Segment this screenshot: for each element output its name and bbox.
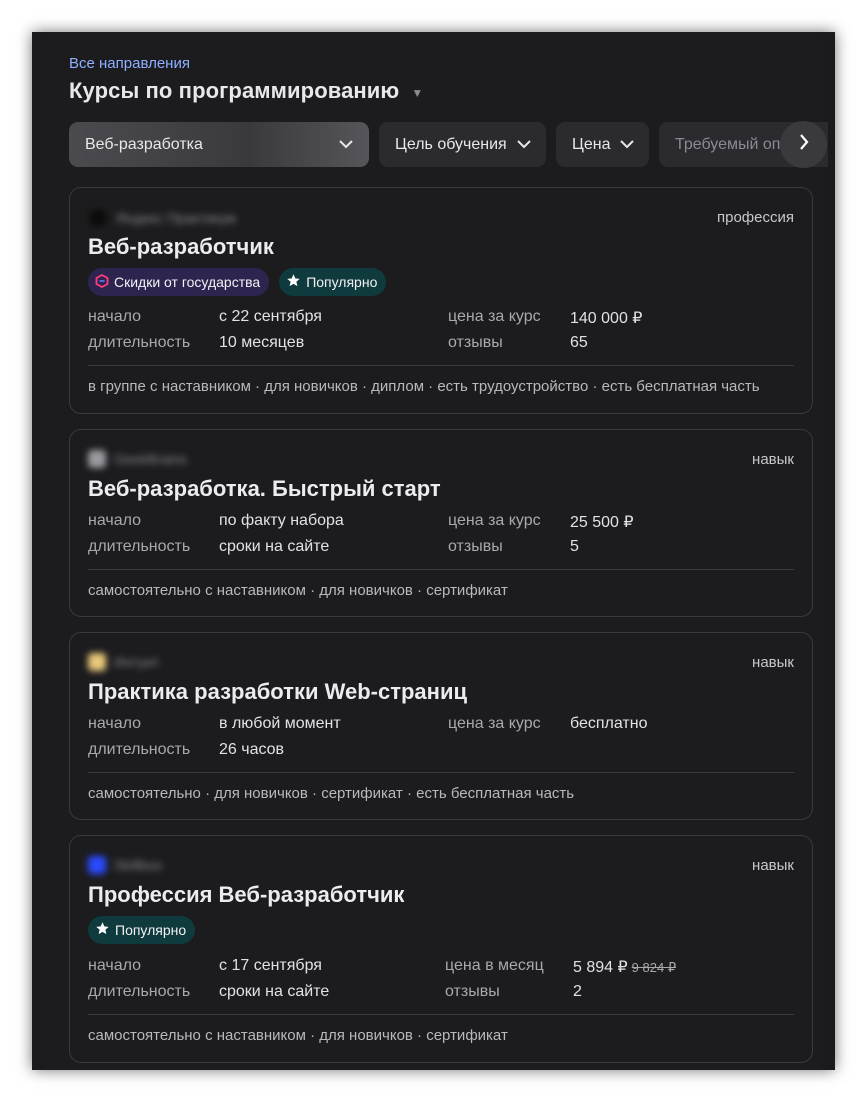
duration-label: длительность [88,983,191,1000]
scroll-right-button[interactable] [780,121,827,168]
course-meta: начало с 17 сентября цена в месяц 5 894 … [88,957,794,1009]
provider: Яндекс Практикум [88,208,236,228]
course-card[interactable]: GeekBrains навык Веб-разработка. Быстрый… [69,429,813,617]
provider-logo [88,856,106,874]
provider-logo [88,208,108,228]
badge-gov-discount: Скидки от государства [88,268,270,296]
course-tags: самостоятельно · для новичков · сертифик… [88,785,575,802]
badges: Популярно [88,916,196,944]
star-icon [286,273,301,291]
provider: Интуит [88,653,160,671]
course-card[interactable]: Skillbox навык Профессия Веб-разработчик… [69,835,813,1063]
course-meta: начало по факту набора цена за курс 25 5… [88,512,794,564]
caret-down-icon[interactable]: ▼ [411,86,423,100]
course-kind: навык [752,451,794,468]
duration-value: сроки на сайте [219,538,330,555]
start-label: начало [88,308,142,325]
divider [88,365,794,366]
course-kind: профессия [717,209,794,226]
course-title[interactable]: Практика разработки Web-страниц [88,679,467,705]
hexagon-icon [95,273,109,291]
reviews-value[interactable]: 5 [570,538,579,556]
price-current: 5 894 ₽ [573,959,628,976]
course-tags: самостоятельно с наставником · для нович… [88,1027,508,1044]
star-icon [95,921,110,939]
price-label: цена за курс [448,512,541,529]
reviews-label: отзывы [448,538,503,555]
chevron-down-icon [516,140,531,149]
filter-bar: Веб-разработка Цель обучения Цена Требуе… [69,122,828,168]
reviews-label: отзывы [445,983,500,1000]
provider-logo [88,450,106,468]
price-value: бесплатно [570,715,648,732]
badges: Скидки от государства Популярно [88,268,387,296]
filter-direction-label: Веб-разработка [85,135,203,153]
course-title[interactable]: Веб-разработка. Быстрый старт [88,476,441,502]
course-kind: навык [752,857,794,874]
filter-price-label: Цена [572,135,611,153]
app-window: Все направления Курсы по программировани… [32,32,835,1070]
start-value: с 22 сентября [219,308,322,325]
reviews-value[interactable]: 65 [570,334,588,352]
divider [88,1014,794,1015]
chevron-down-icon [620,140,635,149]
provider-name: Яндекс Практикум [116,210,236,226]
reviews-label: отзывы [448,334,503,351]
price-old: 9 824 ₽ [631,960,677,975]
filter-direction[interactable]: Веб-разработка [69,122,369,167]
course-kind: навык [752,654,794,671]
start-label: начало [88,715,142,732]
course-card[interactable]: Яндекс Практикум профессия Веб-разработч… [69,187,813,414]
reviews-value[interactable]: 2 [573,983,582,1001]
filter-goal[interactable]: Цель обучения [379,122,546,167]
badge-popular: Популярно [279,268,387,296]
duration-value: 10 месяцев [219,334,305,351]
page-title: Курсы по программированию [69,78,400,103]
duration-label: длительность [88,741,191,758]
divider [88,772,794,773]
chevron-down-icon [339,140,353,149]
course-card[interactable]: Интуит навык Практика разработки Web-стр… [69,632,813,820]
badge-label: Скидки от государства [114,274,261,290]
badge-popular: Популярно [88,916,196,944]
start-label: начало [88,957,142,974]
course-meta: начало в любой момент цена за курс беспл… [88,715,794,767]
start-value: с 17 сентября [219,957,322,974]
start-value: в любой момент [219,715,341,732]
duration-value: 26 часов [219,741,285,758]
provider: GeekBrains [88,450,187,468]
course-title[interactable]: Веб-разработчик [88,234,274,260]
divider [88,569,794,570]
provider-name: Skillbox [114,857,163,873]
price-value: 25 500 ₽ [570,514,634,531]
course-title[interactable]: Профессия Веб-разработчик [88,882,404,908]
chevron-right-icon [799,134,809,155]
title-row[interactable]: Курсы по программированию ▼ [69,78,423,104]
price-label: цена за курс [448,715,541,732]
course-tags: самостоятельно с наставником · для нович… [88,582,508,599]
filter-goal-label: Цель обучения [395,135,507,153]
course-tags: в группе с наставником · для новичков · … [88,378,760,395]
provider: Skillbox [88,856,162,874]
provider-logo [88,653,106,671]
provider-name: GeekBrains [114,451,188,467]
filter-price[interactable]: Цена [556,122,649,167]
price-value: 5 894 ₽9 824 ₽ [573,957,676,977]
provider-name: Интуит [114,654,160,670]
badge-label: Популярно [306,274,378,290]
price-value: 140 000 ₽ [570,310,643,327]
price-label: цена за курс [448,308,541,325]
start-value: по факту набора [219,512,344,529]
price-label: цена в месяц [445,957,544,974]
courses-panel: Все направления Курсы по программировани… [42,32,828,1070]
course-meta: начало с 22 сентября цена за курс 140 00… [88,308,794,360]
start-label: начало [88,512,142,529]
breadcrumb-all-directions[interactable]: Все направления [69,55,190,72]
badge-label: Популярно [115,922,187,938]
duration-label: длительность [88,538,191,555]
duration-value: сроки на сайте [219,983,330,1000]
duration-label: длительность [88,334,191,351]
